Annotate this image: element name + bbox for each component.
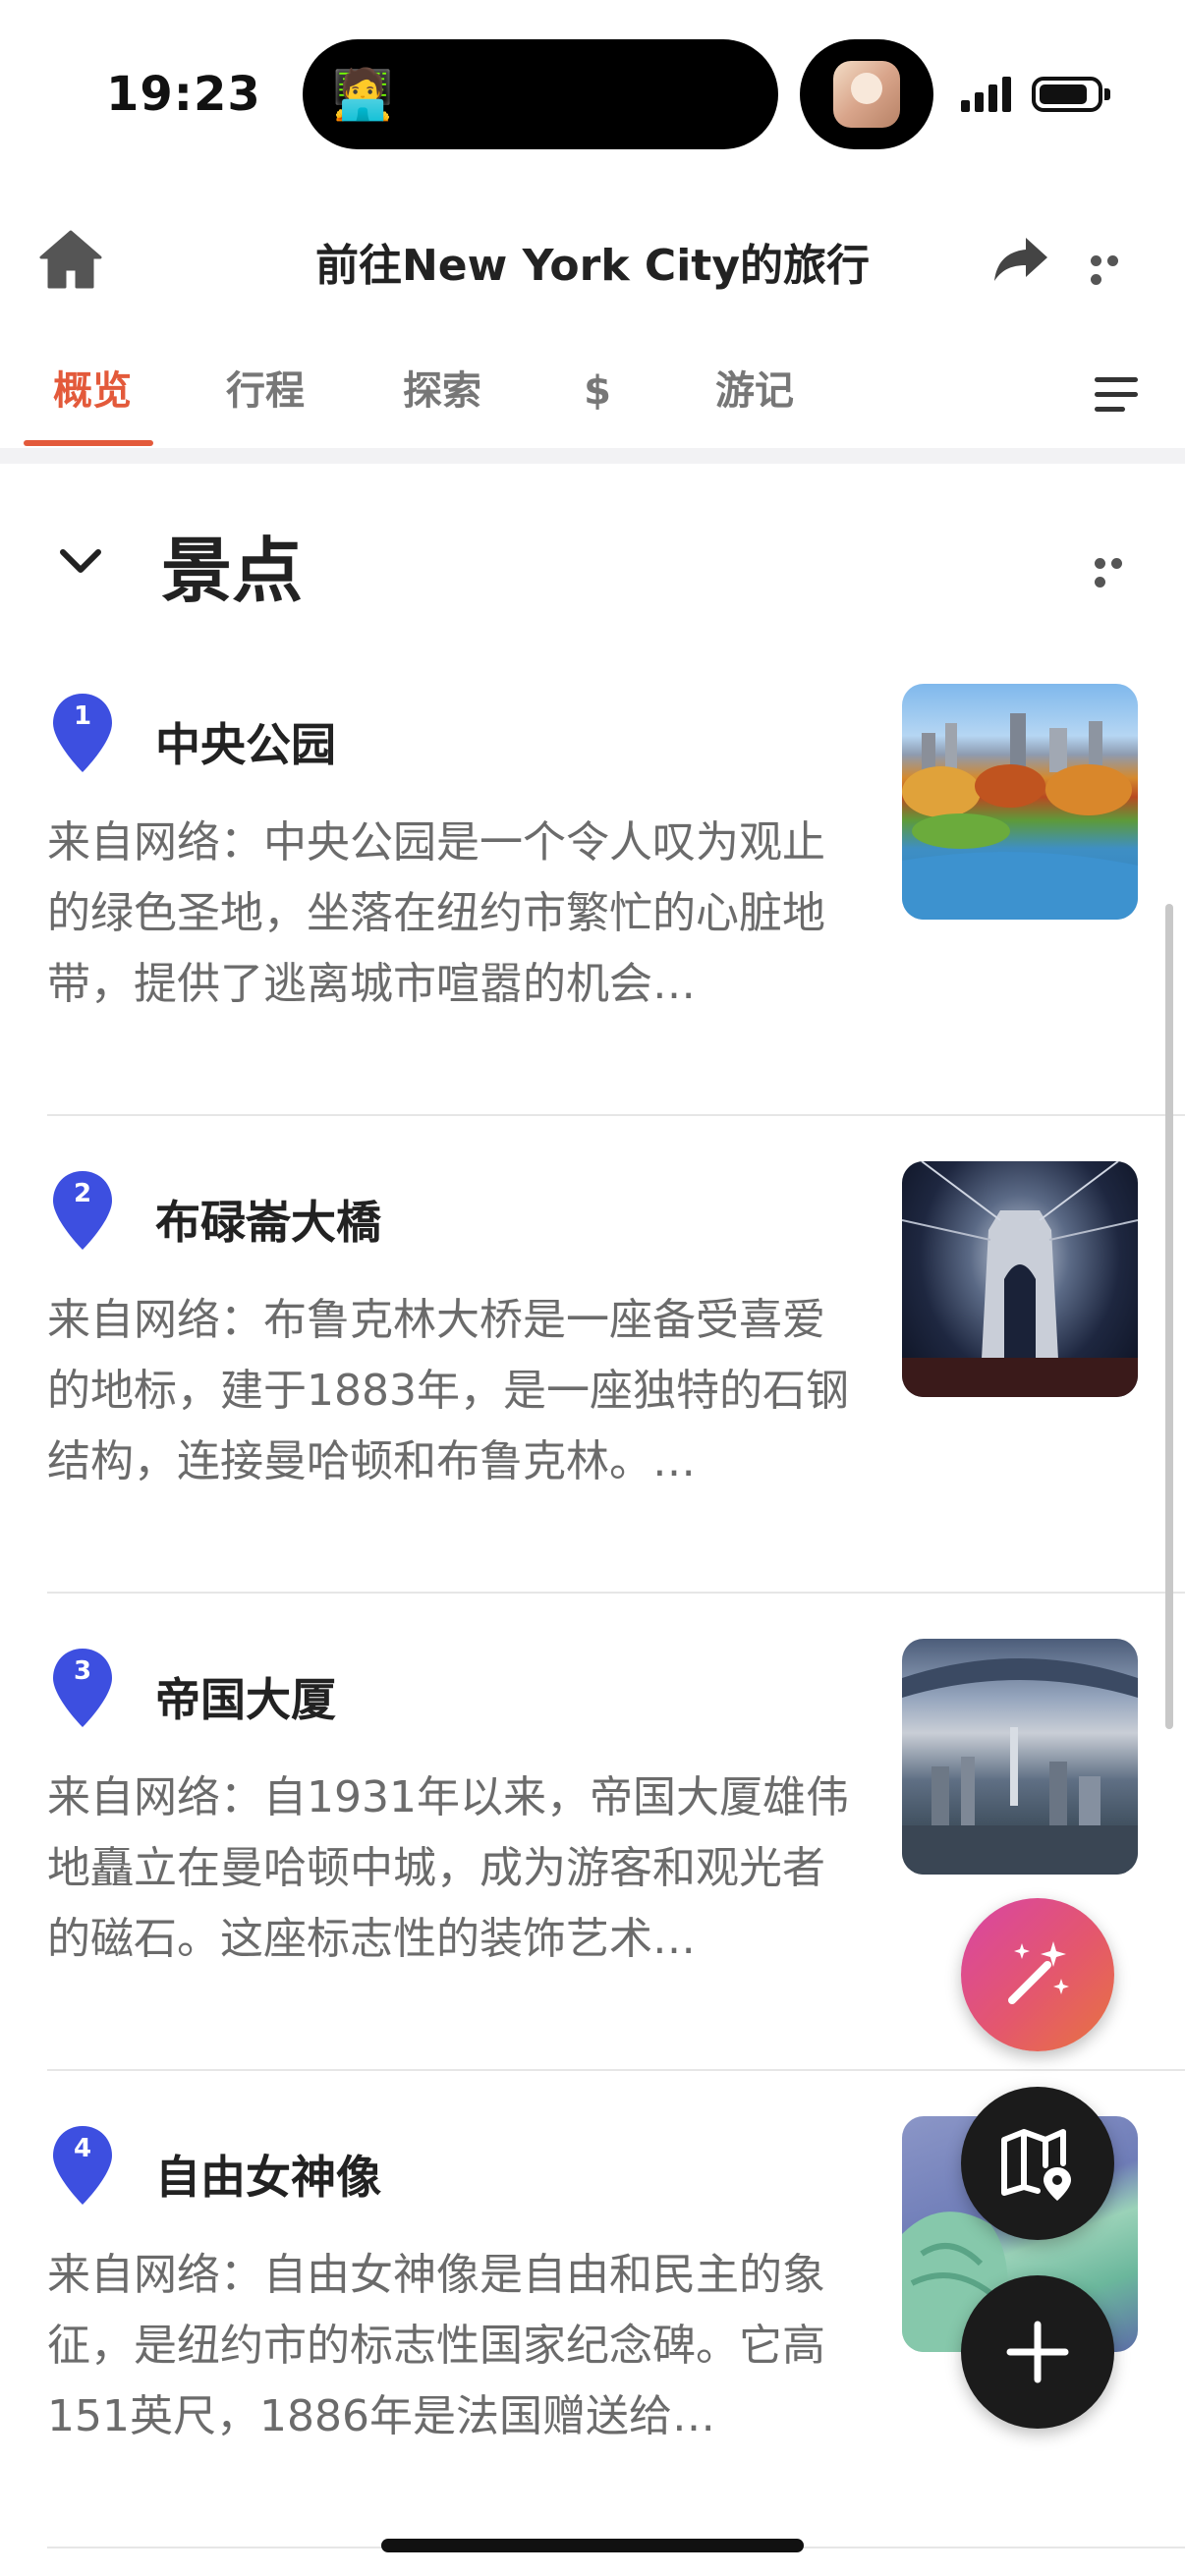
status-bar: 19:23 🧑‍💻 [0, 0, 1185, 187]
share-icon[interactable] [992, 232, 1049, 287]
divider [0, 448, 1185, 464]
avatar [833, 61, 900, 128]
dynamic-island: 🧑‍💻 [303, 39, 778, 149]
tab-explore[interactable]: 探索 [395, 365, 489, 452]
place-name: 中央公园 [155, 718, 336, 771]
map-view-button[interactable] [961, 2087, 1114, 2240]
place-name: 帝国大厦 [155, 1673, 336, 1726]
menu-icon[interactable] [1095, 377, 1138, 417]
add-place-button[interactable] [961, 2275, 1114, 2429]
scrollbar[interactable] [1165, 904, 1173, 1729]
tab-bar: 概览 行程 探索 $ 游记 [0, 354, 1185, 452]
place-number: 3 [73, 1656, 92, 1686]
ai-suggest-button[interactable] [961, 1898, 1114, 2051]
divider [47, 1114, 1185, 1116]
map-pin-icon [1001, 2129, 1071, 2201]
tab-journal[interactable]: 游记 [707, 365, 802, 452]
battery-icon [1032, 77, 1110, 112]
place-name: 布碌崙大橋 [155, 1196, 381, 1249]
place-name: 自由女神像 [155, 2151, 381, 2204]
place-card[interactable]: 1 中央公园 来自网络：中央公园是一个令人叹为观止的绿色圣地，坐落在纽约市繁忙的… [0, 684, 1185, 1169]
tab-itinerary[interactable]: 行程 [218, 365, 312, 452]
place-card[interactable]: 2 布碌崙大橋 来自网络：布鲁克林大桥是一座备受喜爱的地标，建于1883年，是一… [0, 1161, 1185, 1647]
signal-icon [961, 77, 1011, 112]
place-description: 来自网络：自由女神像是自由和民主的象征，是纽约市的标志性国家纪念碑。它高151英… [47, 2250, 825, 2441]
place-photo[interactable] [902, 1639, 1138, 1875]
place-description: 来自网络：中央公园是一个令人叹为观止的绿色圣地，坐落在纽约市繁忙的心脏地带，提供… [47, 817, 825, 1009]
trip-header: 前往New York City的旅行 [0, 196, 1185, 324]
map-pin-marker: 1 [51, 692, 114, 774]
place-number: 4 [73, 2134, 92, 2163]
divider [47, 2069, 1185, 2071]
place-description: 来自网络：布鲁克林大桥是一座备受喜爱的地标，建于1883年，是一座独特的石钢结构… [47, 1295, 849, 1486]
map-pin-marker: 4 [51, 2124, 114, 2207]
island-activity [800, 39, 933, 149]
tab-overview[interactable]: 概览 [45, 365, 140, 452]
more-icon[interactable] [1091, 252, 1138, 285]
park-photo-icon [902, 713, 1138, 920]
map-pin-marker: 2 [51, 1169, 114, 1252]
status-time: 19:23 [106, 67, 261, 122]
section-title: 景点 [161, 530, 304, 612]
tab-budget[interactable]: $ [574, 365, 621, 452]
island-emoji: 🧑‍💻 [332, 66, 394, 123]
section-attractions-header: 景点 [0, 491, 1185, 629]
magic-wand-icon [1008, 1941, 1069, 2004]
home-indicator[interactable] [381, 2539, 804, 2552]
place-card[interactable]: 3 帝国大厦 来自网络：自1931年以来，帝国大厦雄伟地矗立在曼哈顿中城，成为游… [0, 1639, 1185, 2124]
place-number: 1 [73, 701, 92, 731]
trip-overview-screen: 19:23 🧑‍💻 前往New York City的旅行 概览 行程 探索 $ [0, 0, 1185, 2576]
active-tab-indicator [24, 440, 153, 446]
place-photo[interactable] [902, 684, 1138, 920]
map-pin-marker: 3 [51, 1647, 114, 1729]
chevron-down-icon[interactable] [55, 534, 106, 586]
place-description: 来自网络：自1931年以来，帝国大厦雄伟地矗立在曼哈顿中城，成为游客和观光者的磁… [47, 1772, 849, 1964]
home-icon[interactable] [37, 226, 104, 293]
place-photo[interactable] [902, 1161, 1138, 1397]
more-icon[interactable] [1095, 554, 1142, 588]
city-photo-icon [902, 1658, 1138, 1875]
page-title: 前往New York City的旅行 [314, 241, 871, 291]
bridge-photo-icon [902, 1161, 1138, 1397]
place-number: 2 [73, 1179, 92, 1208]
plus-icon [1006, 2321, 1069, 2383]
divider [47, 1592, 1185, 1594]
